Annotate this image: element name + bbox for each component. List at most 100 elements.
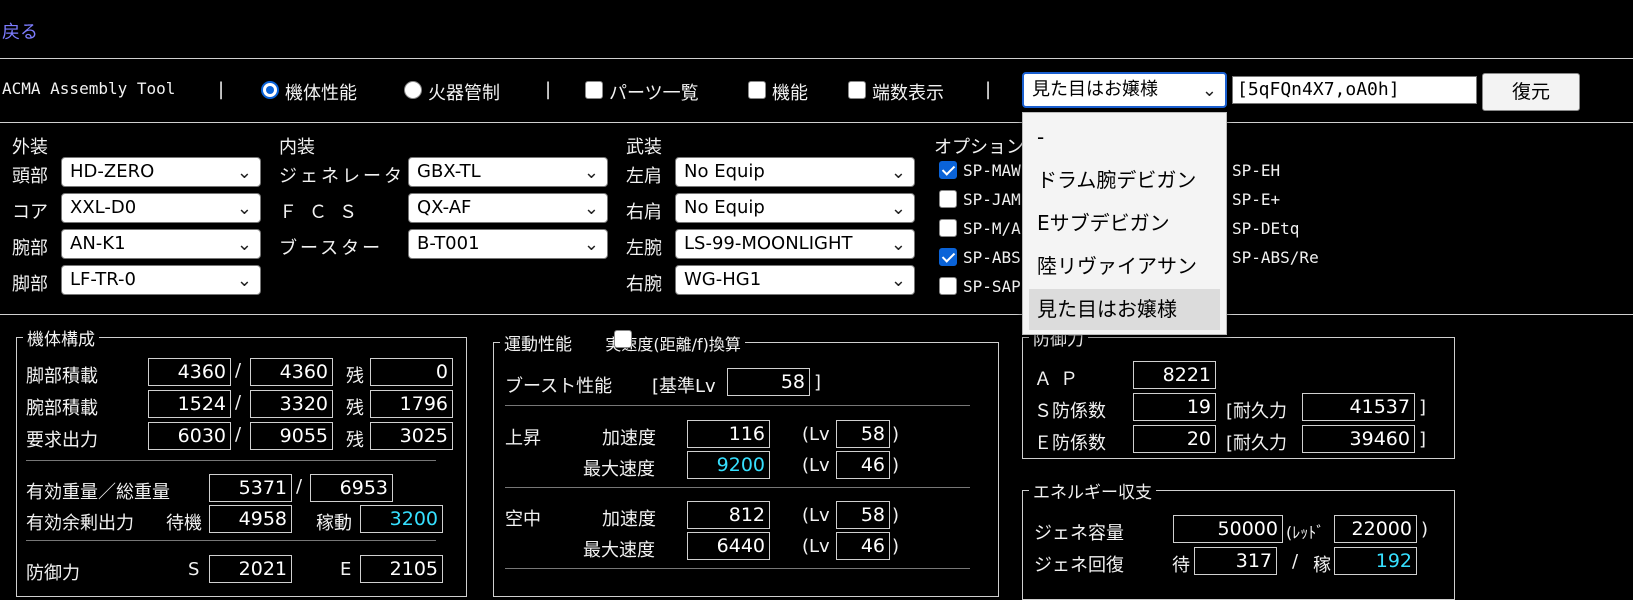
lv-label: (Lv: [802, 455, 830, 476]
chevron-down-icon: [891, 161, 906, 186]
maxspeed-label: 最大速度: [583, 540, 655, 561]
active-label: 稼動: [316, 513, 352, 534]
arm-load-value: 1524: [148, 390, 231, 418]
gen-regen-label: ジェネ回復: [1034, 555, 1124, 576]
divider: [0, 122, 1633, 123]
fcs-label: ＦＣＳ: [279, 202, 369, 223]
air-maxspeed: 6440: [687, 532, 770, 560]
remaining-label: 残: [346, 366, 364, 387]
restore-button[interactable]: 復元: [1482, 73, 1580, 111]
rise-maxspeed: 9200: [687, 451, 770, 479]
checkbox-fraction[interactable]: [848, 81, 866, 99]
air-accel-lv: 58: [836, 501, 890, 529]
booster-select[interactable]: B-T001: [408, 229, 608, 259]
option-label: SP-M/A: [963, 219, 1021, 238]
e-defense-value: 20: [1133, 425, 1216, 453]
chevron-down-icon: [237, 161, 252, 186]
total-weight: 6953: [310, 474, 393, 502]
durability-label: [耐久力: [1226, 401, 1288, 422]
chevron-down-icon: [237, 197, 252, 222]
power-value: 6030: [148, 422, 231, 450]
checkbox-parts-list[interactable]: [585, 81, 603, 99]
rise-accel-lv: 58: [836, 420, 890, 448]
preset-option[interactable]: Eサブデビガン: [1029, 203, 1220, 244]
option-checkbox-sp-abs[interactable]: [939, 248, 957, 266]
bracket: ]: [814, 372, 822, 393]
base-lv-value: 58: [727, 368, 810, 396]
chevron-down-icon: [237, 233, 252, 258]
code-input[interactable]: [5qFQn4X7,oA0h]: [1232, 76, 1477, 104]
active-surplus: 3200: [360, 505, 443, 533]
arms-select[interactable]: AN-K1: [61, 229, 261, 259]
option-label: SP-JAM: [963, 190, 1021, 209]
checkbox-function-label: 機能: [772, 83, 808, 104]
fcs-select[interactable]: QX-AF: [408, 193, 608, 223]
regen-standby-value: 317: [1194, 547, 1277, 575]
leg-load-max: 4360: [250, 358, 333, 386]
option-checkbox-sp-sap[interactable]: [939, 277, 957, 295]
defense-label: 防御力: [26, 563, 80, 584]
app-title: ACMA Assembly Tool: [2, 79, 176, 98]
preset-option[interactable]: -: [1029, 117, 1220, 158]
power-max: 9055: [250, 422, 333, 450]
arm-load-remaining: 1796: [370, 390, 453, 418]
radio-fcs[interactable]: [404, 81, 422, 99]
accel-label: 加速度: [602, 428, 656, 449]
regen-active-value: 192: [1334, 547, 1417, 575]
rise-accel: 116: [687, 420, 770, 448]
preset-select[interactable]: 見た目はお嬢様: [1022, 72, 1227, 108]
option-checkbox-sp-jam[interactable]: [939, 190, 957, 208]
right-shoulder-select[interactable]: No Equip: [675, 193, 915, 223]
paren: ): [892, 455, 900, 476]
right-arm-label: 右腕: [626, 274, 662, 295]
arms-label: 腕部: [12, 238, 48, 259]
slash: /: [296, 476, 303, 497]
standby-surplus: 4958: [209, 505, 292, 533]
legs-select[interactable]: LF-TR-0: [61, 265, 261, 295]
booster-label: ブースター: [279, 238, 384, 259]
redzone-label: (ﾚｯﾄﾞ: [1286, 523, 1325, 542]
slash: /: [1292, 551, 1299, 572]
right-arm-select[interactable]: WG-HG1: [675, 265, 915, 295]
checkbox-function[interactable]: [748, 81, 766, 99]
preset-option-selected[interactable]: 見た目はお嬢様: [1029, 289, 1220, 330]
preset-option[interactable]: 陸リヴァイアサン: [1029, 246, 1220, 287]
chevron-down-icon: [891, 197, 906, 222]
rise-label: 上昇: [505, 428, 541, 449]
s-durability-value: 41537: [1302, 393, 1415, 421]
option-checkbox-sp-maw[interactable]: [939, 161, 957, 179]
option-checkbox-sp-ma[interactable]: [939, 219, 957, 237]
head-select[interactable]: HD-ZERO: [61, 157, 261, 187]
left-arm-select[interactable]: LS-99-MOONLIGHT: [675, 229, 915, 259]
leg-load-label: 脚部積載: [26, 366, 98, 387]
core-select[interactable]: XXL-D0: [61, 193, 261, 223]
realspeed-checkbox[interactable]: [614, 330, 632, 348]
option-label: SP-DEtq: [1232, 219, 1300, 238]
generator-select[interactable]: GBX-TL: [408, 157, 608, 187]
ap-label: ＡＰ: [1034, 369, 1086, 390]
radio-frame-label: 機体性能: [285, 83, 357, 104]
leg-load-value: 4360: [148, 358, 231, 386]
e-defense-label: Ｅ防係数: [1034, 433, 1106, 454]
bracket: ]: [1419, 429, 1427, 450]
leg-load-remaining: 0: [370, 358, 453, 386]
head-label: 頭部: [12, 166, 48, 187]
s-defense-label: Ｓ防係数: [1034, 401, 1106, 422]
e-durability-value: 39460: [1302, 425, 1415, 453]
checkbox-fraction-label: 端数表示: [872, 83, 944, 104]
separator: |: [985, 79, 992, 100]
left-shoulder-select[interactable]: No Equip: [675, 157, 915, 187]
redzone-value: 22000: [1334, 515, 1417, 543]
ap-value: 8221: [1133, 361, 1216, 389]
radio-frame-performance[interactable]: [261, 81, 279, 99]
effective-weight: 5371: [209, 474, 292, 502]
slash: /: [235, 392, 242, 413]
core-label: コア: [12, 202, 48, 223]
back-link[interactable]: 戻る: [2, 18, 38, 44]
bracket: ]: [1419, 397, 1427, 418]
surplus-label: 有効余剰出力: [26, 513, 134, 534]
air-accel: 812: [687, 501, 770, 529]
gen-capacity-value: 50000: [1173, 515, 1283, 543]
preset-option[interactable]: ドラム腕デビガン: [1029, 160, 1220, 201]
power-remaining: 3025: [370, 422, 453, 450]
